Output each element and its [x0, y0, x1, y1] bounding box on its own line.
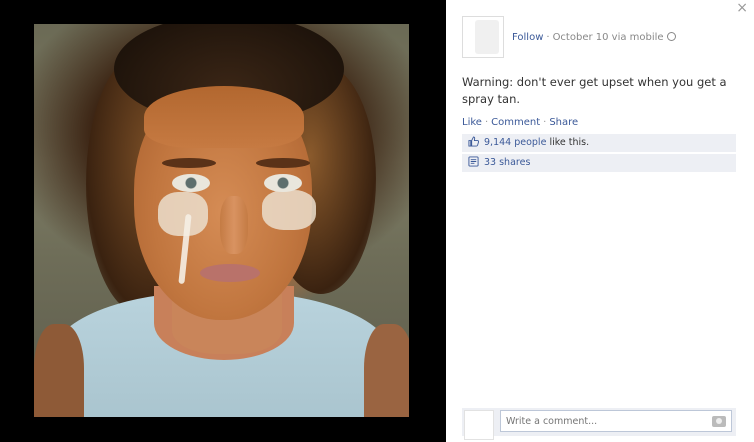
share-icon — [468, 156, 479, 167]
camera-icon[interactable] — [712, 416, 726, 427]
globe-icon[interactable] — [666, 32, 676, 41]
shares-row: 33 shares — [462, 154, 736, 172]
action-separator: · — [484, 117, 489, 128]
photo-region — [172, 174, 210, 192]
comment-composer — [462, 408, 736, 440]
likes-count-link[interactable]: 9,144 people — [484, 137, 546, 148]
photo-region — [200, 264, 260, 282]
ufi-box: 9,144 people like this. 33 shares — [462, 134, 736, 174]
photo-viewer — [0, 0, 446, 442]
likes-suffix: like this. — [546, 137, 590, 148]
post-meta: Follow · October 10 via mobile — [512, 32, 676, 43]
photo-region — [364, 324, 409, 417]
post-photo[interactable] — [34, 24, 409, 417]
like-link[interactable]: Like — [462, 117, 482, 128]
post-sidebar: × Follow · October 10 via mobile Warning: … — [446, 0, 754, 442]
photo-region — [264, 174, 302, 192]
post-actions: Like · Comment · Share — [462, 117, 578, 128]
photo-region — [162, 158, 216, 168]
close-icon[interactable]: × — [736, 1, 748, 15]
follow-link[interactable]: Follow — [512, 32, 543, 43]
avatar-placeholder — [475, 20, 499, 54]
share-link[interactable]: Share — [549, 117, 578, 128]
photo-region — [34, 324, 84, 417]
thumbs-up-icon — [468, 136, 479, 147]
commenter-avatar — [464, 410, 494, 440]
photo-region — [262, 190, 316, 230]
comment-link[interactable]: Comment — [491, 117, 540, 128]
action-separator: · — [543, 117, 547, 128]
post-date[interactable]: October 10 via mobile — [553, 32, 664, 43]
comment-input[interactable] — [500, 410, 732, 432]
photo-region — [256, 158, 310, 168]
likes-row: 9,144 people like this. — [462, 134, 736, 152]
photo-region — [144, 86, 304, 148]
photo-region — [220, 196, 248, 254]
post-message: Warning: don't ever get upset when you g… — [462, 75, 727, 106]
shares-count-link[interactable]: 33 shares — [484, 157, 530, 168]
meta-separator: · — [546, 32, 550, 43]
author-avatar[interactable] — [462, 16, 504, 58]
